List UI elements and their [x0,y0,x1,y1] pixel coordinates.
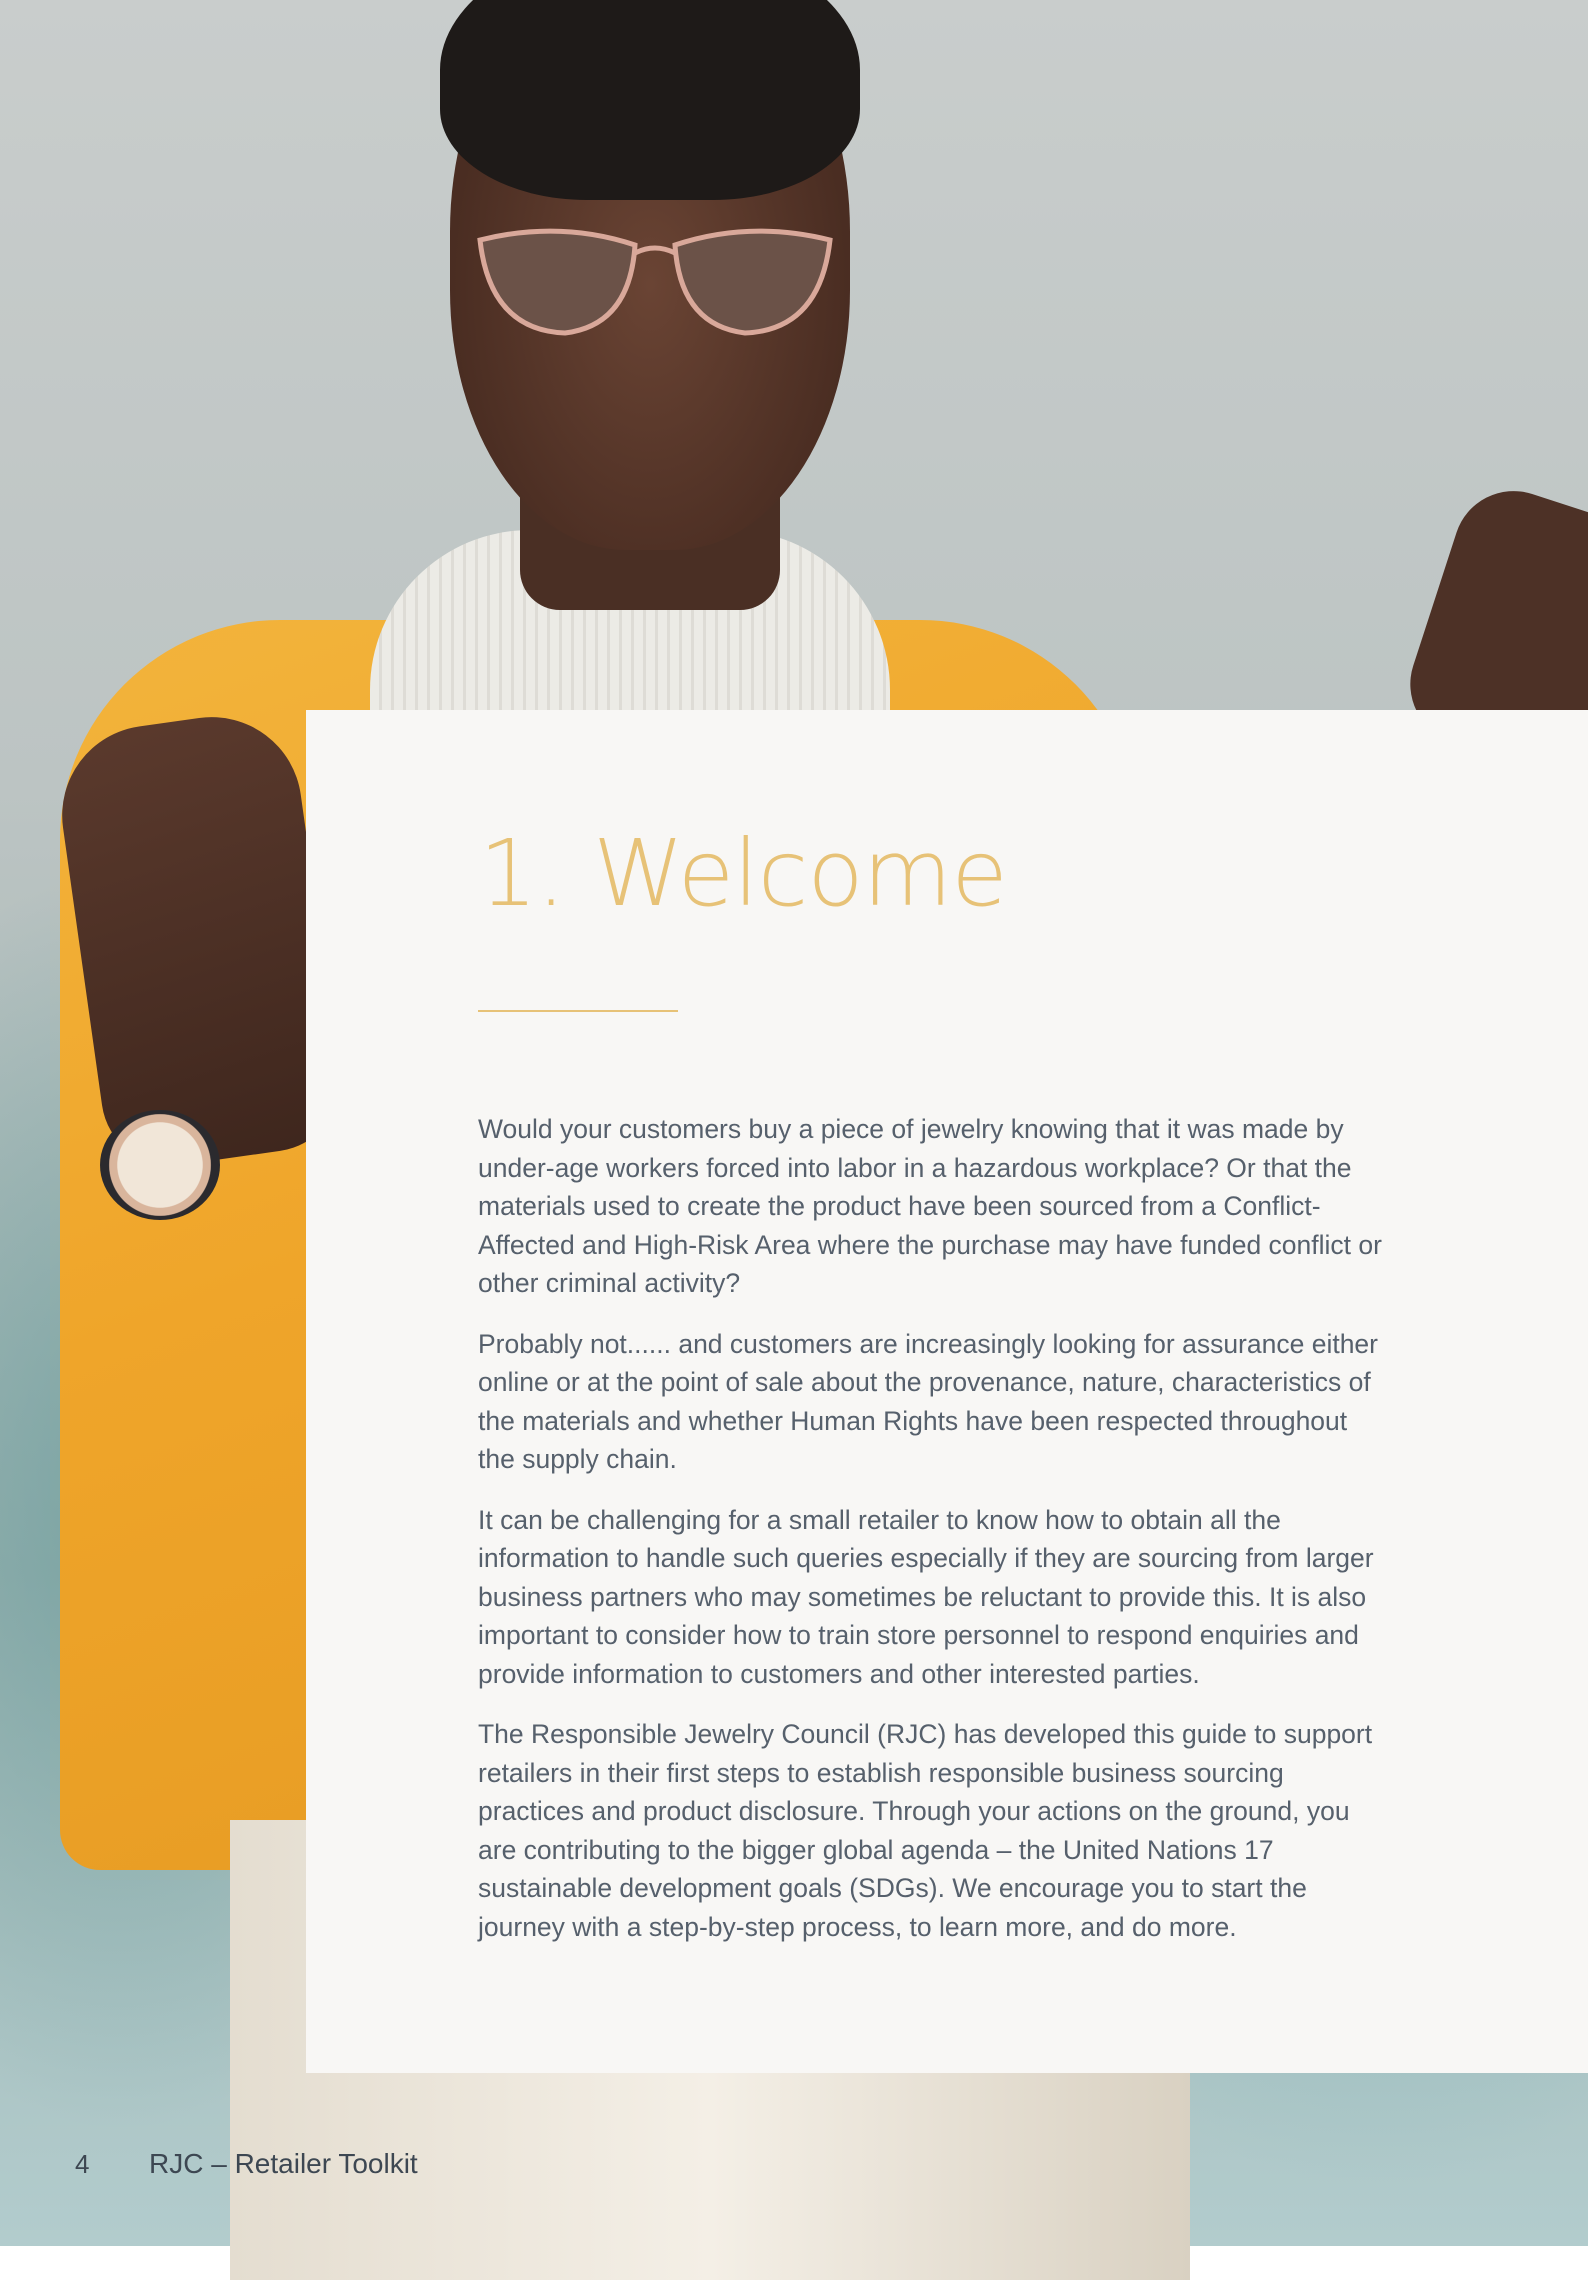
paragraph: Would your customers buy a piece of jewe… [478,1114,1382,1298]
wristwatch [100,1110,220,1220]
paragraph: The Responsible Jewelry Council (RJC) ha… [478,1719,1373,1942]
page-number: 4 [75,2149,90,2179]
hair [440,0,860,200]
paragraph: It can be challenging for a small retail… [478,1504,1374,1689]
sunglasses-icon [477,228,833,336]
title-divider [478,1010,678,1012]
body-text: Would your customers buy a piece of jewe… [478,1110,1388,1968]
page-title: 1. Welcome [479,820,1008,927]
page-footer: 4 RJC – Retailer Toolkit [75,2148,418,2180]
content-card: 1. Welcome Would your customers buy a pi… [306,710,1588,2073]
paragraph: Probably not...... and customers are inc… [478,1328,1378,1475]
document-title: RJC – Retailer Toolkit [149,2148,418,2179]
